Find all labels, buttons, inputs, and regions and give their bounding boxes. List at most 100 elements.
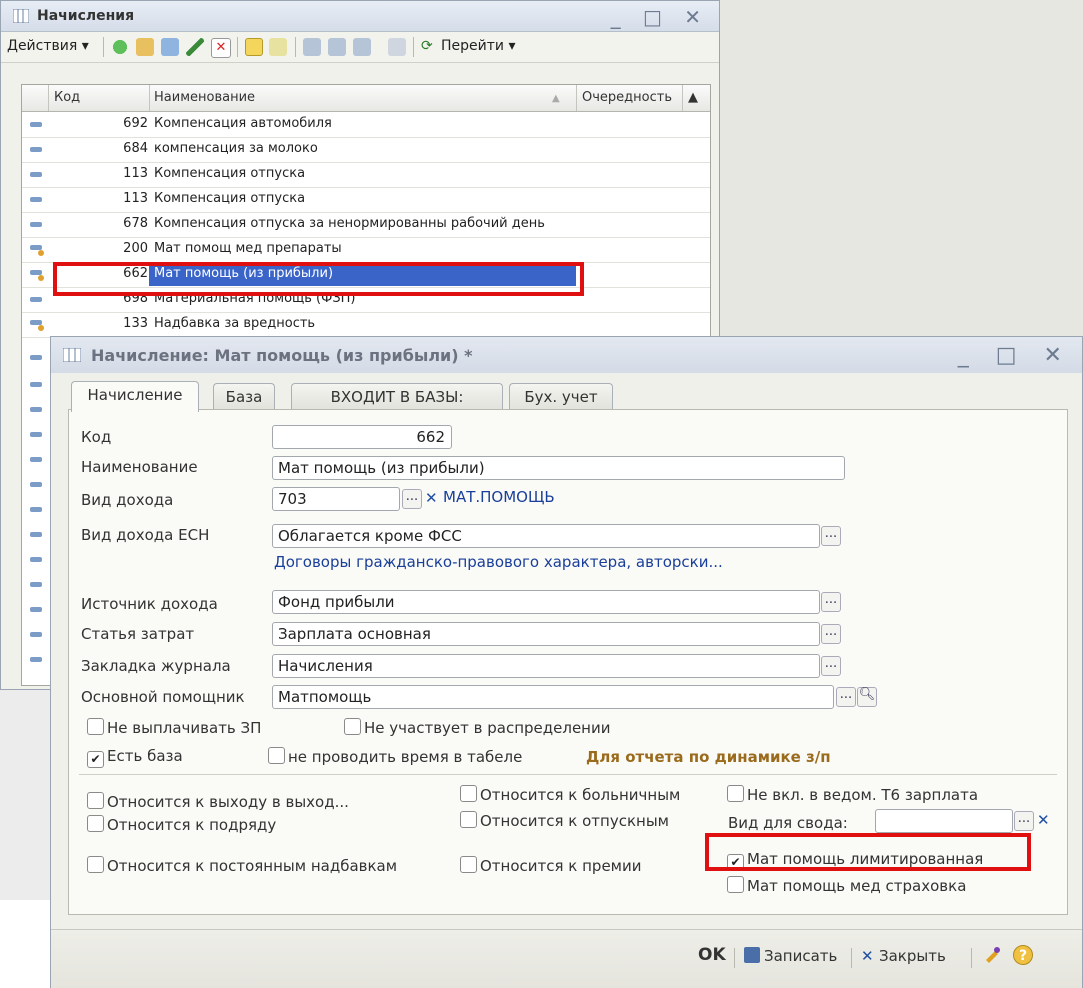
table-row[interactable]: 113 Компенсация отпуска	[22, 162, 710, 188]
table-row[interactable]: 133 Надбавка за вредность	[22, 312, 710, 338]
checkbox-box[interactable]	[727, 876, 744, 893]
refresh-icon[interactable]: ⟳	[421, 38, 433, 54]
checkbox-insurance[interactable]: Мат помощь мед страховка	[727, 876, 966, 895]
edit-icon[interactable]	[186, 38, 204, 56]
summary-type-field[interactable]	[875, 809, 1013, 833]
column-header-code[interactable]: Код	[54, 90, 80, 105]
select-button[interactable]: ...	[821, 526, 841, 546]
checkbox-no-pay[interactable]: Не выплачивать ЗП	[87, 718, 261, 737]
parent-icon[interactable]	[269, 38, 287, 56]
select-button[interactable]: ...	[1014, 811, 1034, 831]
item-icon	[30, 245, 44, 256]
close-icon[interactable]: ✕	[861, 947, 874, 965]
save-icon[interactable]	[744, 947, 760, 963]
close-button[interactable]: Закрыть	[879, 947, 946, 965]
income-type-field[interactable]: 703	[272, 487, 400, 511]
background-area	[720, 0, 1083, 336]
item-icon	[30, 147, 42, 152]
table-row[interactable]: 684 компенсация за молоко	[22, 137, 710, 163]
item-icon	[30, 320, 44, 331]
income-type-desc: МАТ.ПОМОЩЬ	[443, 488, 555, 506]
checkbox-contract[interactable]: Относится к подряду	[87, 815, 276, 834]
table-row[interactable]: 678 Компенсация отпуска за ненормированны…	[22, 212, 710, 238]
select-button[interactable]: ...	[402, 489, 422, 509]
window-controls[interactable]: _ □ ✕	[611, 5, 709, 29]
hierarchy-icon[interactable]	[245, 38, 263, 56]
search-icon[interactable]: 🔍︎	[857, 687, 877, 707]
column-header-order[interactable]: Очередность	[582, 90, 672, 105]
checkbox-box[interactable]	[460, 811, 477, 828]
checkmark-icon[interactable]: ✔	[87, 751, 104, 768]
select-button[interactable]: ...	[836, 687, 856, 707]
journal-tab-field[interactable]: Начисления	[272, 654, 820, 678]
income-source-field[interactable]: Фонд прибыли	[272, 590, 820, 614]
esn-type-label: Вид дохода ЕСН	[81, 526, 210, 544]
esn-type-link[interactable]: Договоры гражданско-правового характера,…	[274, 553, 723, 571]
checkbox-bonus[interactable]: Относится к премии	[460, 856, 642, 875]
esn-type-field[interactable]: Облагается кроме ФСС	[272, 524, 820, 548]
checkbox-box[interactable]	[268, 747, 285, 764]
tab-accrual[interactable]: Начисление	[71, 381, 199, 412]
select-button[interactable]: ...	[821, 656, 841, 676]
tab-base[interactable]: База	[213, 383, 275, 410]
select-button[interactable]: ...	[821, 624, 841, 644]
cost-item-field[interactable]: Зарплата основная	[272, 622, 820, 646]
sort-icon: ▲	[552, 93, 560, 104]
select-button[interactable]: ...	[821, 592, 841, 612]
name-field[interactable]: Мат помощь (из прибыли)	[272, 456, 845, 480]
checkbox-permanent[interactable]: Относится к постоянным надбавкам	[87, 856, 397, 875]
highlight-frame	[53, 262, 584, 296]
checkbox-box[interactable]	[87, 815, 104, 832]
filter-list-icon[interactable]	[353, 38, 371, 56]
save-button[interactable]: Записать	[764, 947, 837, 965]
filter-clear-icon[interactable]	[388, 38, 406, 56]
grid-header: Код Наименование ▲ Очередность ▲	[22, 85, 710, 112]
filter-value-icon[interactable]	[328, 38, 346, 56]
checkbox-not-t6[interactable]: Не вкл. в ведом. Т6 зарплата	[727, 785, 978, 804]
add-icon[interactable]	[111, 38, 129, 56]
table-icon	[13, 9, 29, 23]
form-titlebar[interactable]: Начисление: Мат помощь (из прибыли) * _ …	[51, 337, 1082, 373]
checkbox-box[interactable]	[344, 718, 361, 735]
item-icon	[30, 270, 44, 281]
list-window-titlebar[interactable]: Начисления _ □ ✕	[1, 1, 719, 32]
window-controls[interactable]: _ □ ✕	[958, 343, 1072, 368]
folder-add-icon[interactable]	[136, 38, 154, 56]
tab-accounting[interactable]: Бух. учет	[509, 383, 613, 410]
item-icon	[30, 197, 42, 202]
checkbox-box[interactable]	[727, 785, 744, 802]
clear-icon[interactable]: ✕	[425, 489, 438, 507]
checkbox-box[interactable]	[87, 856, 104, 873]
cost-item-label: Статья затрат	[81, 625, 195, 643]
checkbox-no-time[interactable]: не проводить время в табеле	[268, 747, 522, 766]
checkbox-weekend[interactable]: Относится к выходу в выход...	[87, 792, 349, 811]
tab-includes-bases[interactable]: ВХОДИТ В БАЗЫ:	[291, 383, 503, 410]
copy-icon[interactable]	[161, 38, 179, 56]
code-field[interactable]: 662	[272, 425, 452, 449]
table-row[interactable]: 113 Компенсация отпуска	[22, 187, 710, 213]
checkbox-sick[interactable]: Относится к больничным	[460, 785, 680, 804]
clear-icon[interactable]: ✕	[1037, 811, 1050, 829]
table-row[interactable]: 692 Компенсация автомобиля	[22, 112, 710, 138]
checkbox-has-base[interactable]: ✔ Есть база	[87, 747, 183, 768]
checkbox-box[interactable]	[87, 718, 104, 735]
help-icon[interactable]: ?	[1013, 945, 1033, 965]
column-header-name[interactable]: Наименование	[154, 90, 255, 105]
goto-menu[interactable]: Перейти ▾	[441, 38, 515, 54]
checkbox-no-distribution[interactable]: Не участвует в распределении	[344, 718, 611, 737]
item-icon	[30, 172, 42, 177]
actions-menu[interactable]: Действия ▾	[7, 38, 89, 54]
filter-icon[interactable]	[303, 38, 321, 56]
checkbox-box[interactable]	[460, 856, 477, 873]
main-helper-label: Основной помощник	[81, 688, 245, 706]
table-icon	[63, 348, 81, 362]
settings-icon[interactable]	[983, 945, 1003, 965]
checkbox-box[interactable]	[87, 792, 104, 809]
delete-icon[interactable]: ✕	[211, 38, 231, 58]
ok-button[interactable]: OK	[698, 945, 726, 965]
scroll-up-icon[interactable]: ▲	[688, 90, 698, 105]
table-row[interactable]: 200 Мат помощ мед препараты	[22, 237, 710, 263]
checkbox-vacation[interactable]: Относится к отпускным	[460, 811, 669, 830]
main-helper-field[interactable]: Матпомощь	[272, 685, 834, 709]
checkbox-box[interactable]	[460, 785, 477, 802]
